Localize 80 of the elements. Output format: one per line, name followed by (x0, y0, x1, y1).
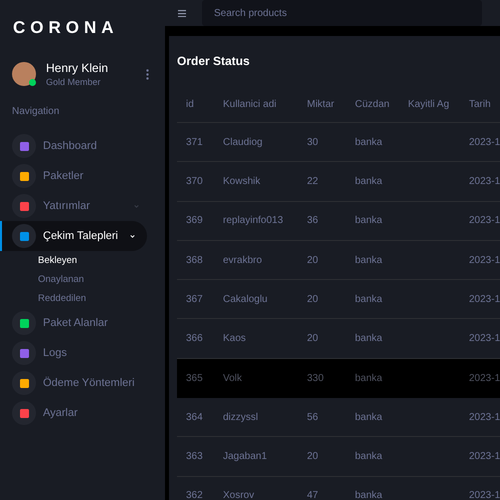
table-cell: banka (355, 176, 382, 187)
table-cell: 2023-1 (469, 490, 500, 500)
table-cell: 47 (307, 490, 318, 500)
card-title: Order Status (177, 53, 251, 70)
table-cell: banka (355, 294, 382, 305)
table-cell: Jagaban1 (223, 451, 267, 462)
menu-item[interactable]: Ödeme Yöntemleri (0, 368, 147, 398)
menu-item[interactable]: Logs (0, 338, 147, 368)
table-cell: 371 (186, 136, 203, 148)
table-cell: 2023-1 (469, 372, 500, 384)
table-cell: 368 (186, 254, 203, 266)
table-cell: Xosrov (223, 490, 254, 500)
menu-item[interactable]: Ayarlar (0, 398, 147, 428)
table-cell: 369 (186, 215, 203, 226)
table-cell: 2023-1 (469, 451, 500, 462)
table-cell: banka (355, 451, 382, 462)
profile-role: Gold Member (46, 76, 102, 88)
table-cell: Claudiog (223, 136, 262, 148)
table-cell: 20 (307, 451, 318, 462)
profile-name: Henry Klein (46, 60, 108, 76)
table-cell: 362 (186, 490, 203, 500)
menu-item[interactable]: Paket Alanlar (0, 308, 147, 338)
table-cell: 2023-1 (469, 176, 500, 187)
table-cell: 36 (307, 215, 318, 226)
submenu-item[interactable]: Reddedilen (38, 293, 86, 304)
column-header: Cüzdan (355, 98, 390, 112)
table-cell: Kowshik (223, 176, 260, 187)
table-cell: 2023-1 (469, 254, 500, 266)
table-cell: 366 (186, 333, 203, 344)
table-cell: 330 (307, 372, 324, 384)
table-cell: 20 (307, 294, 318, 305)
column-header: Kullanici adi (223, 98, 278, 112)
table-cell: 367 (186, 294, 203, 305)
table-cell: Kaos (223, 333, 246, 344)
column-header: id (186, 98, 195, 112)
navigation-heading: Navigation (11, 105, 60, 119)
table-cell: 20 (307, 254, 318, 266)
table-cell: 30 (307, 136, 318, 148)
search-field[interactable]: Search products (202, 0, 482, 26)
table-cell: 22 (307, 176, 318, 187)
table-cell: banka (355, 490, 382, 500)
brand-logo[interactable]: CORONA (0, 0, 165, 48)
table-cell: dizzyssl (223, 412, 258, 423)
table-cell: 370 (186, 176, 203, 187)
more-icon[interactable] (146, 68, 149, 80)
table-cell: 364 (186, 412, 203, 423)
active-indicator (0, 221, 2, 251)
table-cell: 2023-1 (469, 294, 500, 305)
chevron-icon (128, 234, 135, 238)
menu-item[interactable]: Çekim Talepleri (0, 221, 147, 251)
submenu-item[interactable]: Bekleyen (38, 255, 78, 266)
column-header: Tarih (469, 98, 492, 112)
table-cell: banka (355, 372, 382, 384)
column-header: Kayitli Ag (408, 98, 450, 112)
table-cell: Cakaloglu (223, 294, 268, 305)
table-cell: 363 (186, 451, 203, 462)
table-cell: 2023-1 (469, 215, 500, 226)
table-cell: banka (355, 412, 382, 423)
menu-item[interactable]: Yatırımlar (0, 191, 147, 221)
table-cell: banka (355, 254, 382, 266)
table-cell: banka (355, 333, 382, 344)
menu-item[interactable]: Paketler (0, 161, 147, 191)
table-cell: evrakbro (223, 254, 262, 266)
table-cell: 20 (307, 333, 318, 344)
column-header: Miktar (307, 98, 336, 112)
avatar (12, 62, 36, 86)
table-cell: replayinfo013 (223, 215, 284, 226)
submenu-item[interactable]: Onaylanan (38, 274, 84, 285)
table-cell: Volk (223, 372, 242, 384)
table-cell: 365 (186, 372, 203, 384)
table-cell: banka (355, 136, 382, 148)
table-cell: banka (355, 215, 382, 226)
chevron-icon (132, 204, 139, 208)
table-cell: 56 (307, 412, 318, 423)
menu-item[interactable]: Dashboard (0, 131, 147, 161)
table-cell: 2023-1 (469, 136, 500, 148)
table-row[interactable]: 365 Volk 330 banka 2023-1 (177, 358, 500, 398)
table-cell: 2023-1 (469, 333, 500, 344)
menu-icon[interactable] (178, 10, 186, 16)
table-cell: 2023-1 (469, 412, 500, 423)
